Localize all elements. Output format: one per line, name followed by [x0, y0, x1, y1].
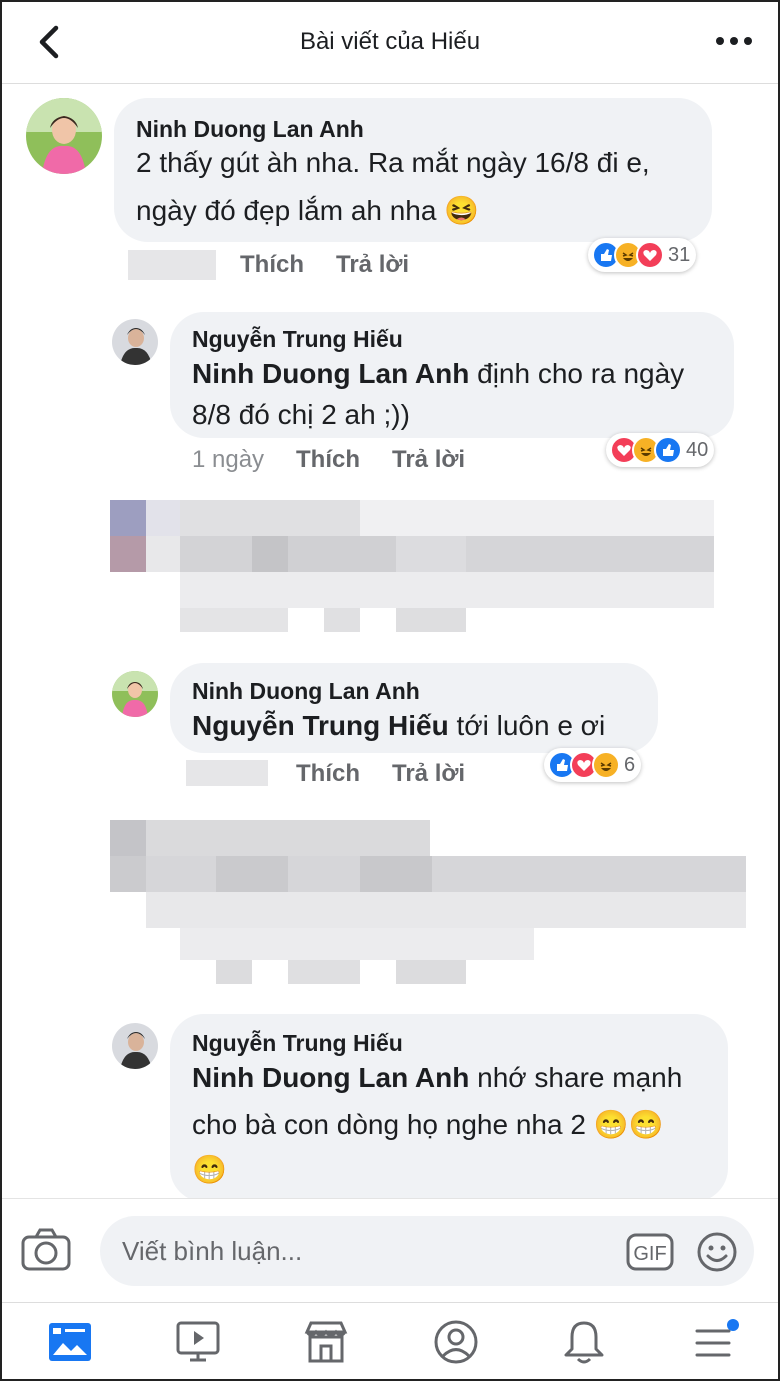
- mention[interactable]: Nguyễn Trung Hiếu: [192, 710, 449, 741]
- smiley-icon[interactable]: [696, 1231, 738, 1273]
- mention[interactable]: Ninh Duong Lan Anh: [192, 358, 469, 389]
- comment-text-line: ngày đó đẹp lắm ah nha: [136, 195, 437, 226]
- pixelated-redacted-comment: [110, 820, 746, 986]
- comment-text: 2 thấy gút àh nha. Ra mắt ngày 16/8 đi e…: [136, 147, 650, 178]
- news-feed-icon[interactable]: [42, 1317, 98, 1367]
- avatar[interactable]: [112, 671, 158, 717]
- laughing-emoji: 😆: [444, 195, 480, 226]
- comment-author[interactable]: Nguyễn Trung Hiếu: [192, 326, 403, 353]
- love-reaction-icon: [636, 241, 664, 269]
- reaction-summary[interactable]: 31: [588, 238, 697, 272]
- mention[interactable]: Ninh Duong Lan Anh: [192, 1062, 469, 1093]
- comment-text: ngày đó đẹp lắm ah nha 😆: [136, 194, 479, 227]
- comment-text-line: tới luôn e ơi: [448, 710, 606, 741]
- avatar[interactable]: [26, 98, 102, 174]
- reaction-summary[interactable]: 6: [544, 748, 642, 782]
- comment-text-line: cho bà con dòng họ nghe nha 2: [192, 1109, 586, 1140]
- blurred-timestamp: [186, 760, 268, 786]
- comment-text: 8/8 đó chị 2 ah ;)): [192, 399, 410, 430]
- menu-icon[interactable]: [688, 1317, 744, 1367]
- blurred-timestamp: [128, 250, 216, 280]
- profile-icon[interactable]: [428, 1317, 484, 1367]
- reply-link[interactable]: Trả lời: [392, 760, 465, 788]
- comment-author[interactable]: Nguyễn Trung Hiếu: [192, 1030, 403, 1057]
- comment-text: Ninh Duong Lan Anh nhớ share mạnh: [192, 1062, 682, 1094]
- comment-timestamp[interactable]: 1 ngày: [192, 446, 264, 474]
- notifications-icon[interactable]: [556, 1317, 612, 1367]
- comment-text: cho bà con dòng họ nghe nha 2 😁😁: [192, 1108, 663, 1141]
- gif-label: GIF: [633, 1243, 666, 1265]
- like-link[interactable]: Thích: [296, 760, 360, 788]
- like-link[interactable]: Thích: [296, 446, 360, 474]
- comment-author[interactable]: Ninh Duong Lan Anh: [192, 678, 420, 705]
- grinning-emoji: 😁: [192, 1154, 227, 1185]
- comment-text: Ninh Duong Lan Anh định cho ra ngày: [192, 358, 684, 390]
- reaction-count: 40: [686, 438, 709, 461]
- pixelated-redacted-comment: [110, 500, 750, 634]
- watch-icon[interactable]: [170, 1317, 226, 1367]
- like-reaction-icon: [654, 436, 682, 464]
- reply-link[interactable]: Trả lời: [336, 251, 409, 279]
- grinning-emoji: 😁😁: [593, 1109, 664, 1140]
- comment-text-line: nhớ share mạnh: [469, 1062, 683, 1093]
- haha-reaction-icon: [592, 751, 620, 779]
- comment-text: Nguyễn Trung Hiếu tới luôn e ơi: [192, 710, 605, 742]
- page-title: Bài viết của Hiếu: [299, 28, 481, 55]
- comment-text-line: định cho ra ngày: [469, 358, 685, 389]
- avatar[interactable]: [112, 319, 158, 365]
- comment-composer: GIF: [0, 1198, 780, 1302]
- reply-link[interactable]: Trả lời: [392, 446, 465, 474]
- marketplace-icon[interactable]: [298, 1317, 354, 1367]
- reaction-count: 6: [624, 753, 636, 776]
- top-bar: Bài viết của Hiếu: [0, 0, 780, 84]
- reaction-count: 31: [668, 243, 691, 266]
- reaction-summary[interactable]: 40: [606, 433, 715, 467]
- like-link[interactable]: Thích: [240, 251, 304, 279]
- avatar[interactable]: [112, 1023, 158, 1069]
- bottom-tab-bar: [0, 1302, 780, 1381]
- gif-icon[interactable]: GIF: [626, 1233, 674, 1271]
- more-horizontal-icon[interactable]: [714, 26, 754, 56]
- comment-author[interactable]: Ninh Duong Lan Anh: [136, 116, 364, 143]
- camera-icon[interactable]: [20, 1227, 72, 1273]
